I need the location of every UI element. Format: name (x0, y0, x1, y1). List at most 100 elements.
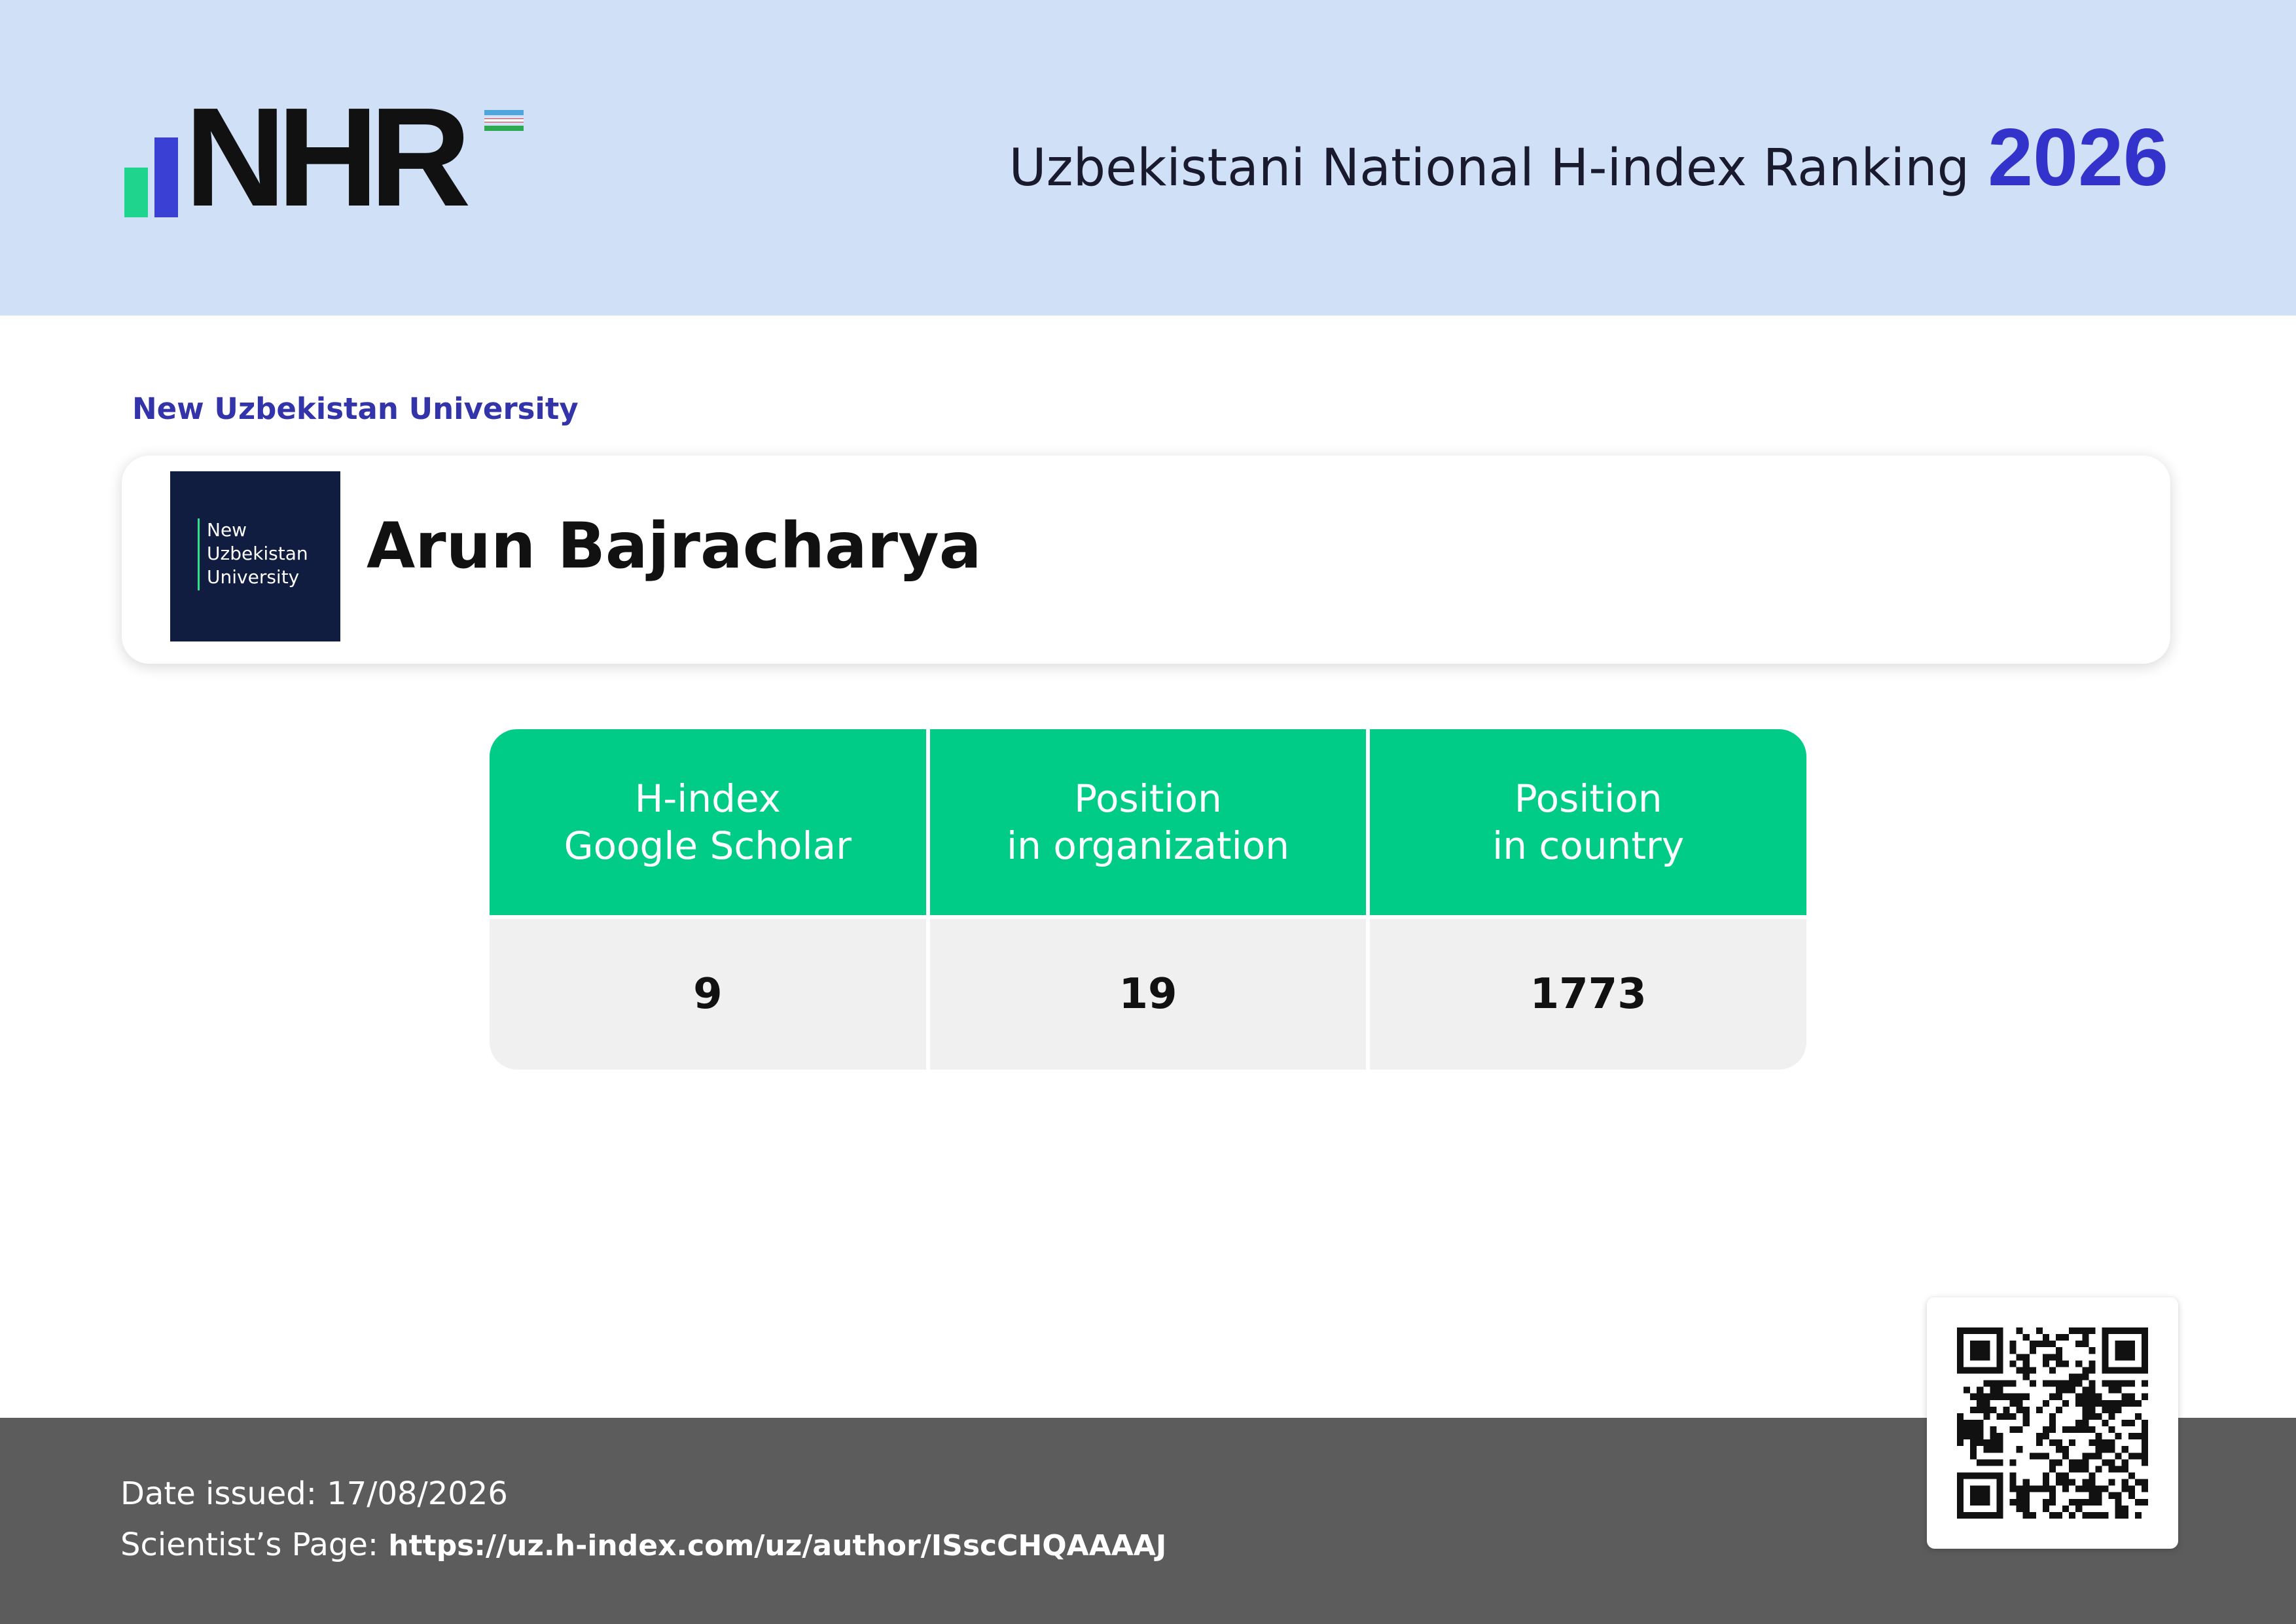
qr-module (2102, 1399, 2109, 1407)
qr-module (2016, 1498, 2023, 1506)
qr-module (2121, 1393, 2128, 1400)
qr-module (1970, 1341, 1977, 1348)
qr-module (1957, 1413, 1964, 1420)
qr-module (2029, 1511, 2036, 1519)
qr-module (1996, 1472, 2003, 1479)
qr-module (2022, 1492, 2030, 1499)
qr-module (2049, 1354, 2056, 1361)
qr-module (2022, 1360, 2030, 1367)
qr-module (2128, 1327, 2135, 1335)
qr-module (2049, 1413, 2056, 1420)
qr-module (2102, 1406, 2109, 1413)
qr-module (2128, 1492, 2135, 1499)
qr-module (1983, 1406, 1990, 1413)
qr-module (2141, 1479, 2148, 1486)
qr-module (2042, 1341, 2049, 1348)
qr-module (2141, 1426, 2148, 1434)
qr-module (2069, 1327, 2076, 1335)
organization-name: New Uzbekistan University (132, 391, 579, 426)
qr-module (2009, 1393, 2017, 1400)
qr-module (2049, 1511, 2056, 1519)
scientist-page: Scientist’s Page: https://uz.h-index.com… (120, 1526, 1167, 1563)
qr-module (2082, 1341, 2089, 1348)
qr-code-icon[interactable] (1927, 1297, 2178, 1549)
qr-module (2029, 1341, 2036, 1348)
qr-module (2108, 1466, 2115, 1473)
qr-module (1983, 1492, 1990, 1499)
qr-module (2003, 1406, 2010, 1413)
scientist-page-link[interactable]: https://uz.h-index.com/uz/author/ISscCHQ… (388, 1529, 1166, 1562)
qr-module (2075, 1459, 2083, 1466)
qr-module (2022, 1485, 2030, 1492)
qr-module (1964, 1419, 1971, 1427)
qr-module (2089, 1479, 2096, 1486)
qr-module (2036, 1453, 2043, 1460)
qr-module (1977, 1472, 1984, 1479)
qr-module (2082, 1479, 2089, 1486)
qr-module (1996, 1511, 2003, 1519)
qr-module (1970, 1453, 1977, 1460)
qr-module (1983, 1485, 1990, 1492)
qr-module (2049, 1393, 2056, 1400)
qr-module (2003, 1413, 2010, 1420)
nhr-logo: NHR (124, 86, 543, 227)
qr-module (2095, 1399, 2102, 1407)
qr-module (2102, 1334, 2109, 1341)
qr-module (2075, 1341, 2083, 1348)
qr-module (2082, 1373, 2089, 1380)
qr-module (2141, 1439, 2148, 1447)
qr-module (2141, 1327, 2148, 1335)
qr-module (2141, 1380, 2148, 1387)
qr-module (1996, 1439, 2003, 1447)
qr-module (1964, 1386, 1971, 1394)
qr-module (1983, 1498, 1990, 1506)
qr-module (2016, 1354, 2023, 1361)
qr-module (2069, 1439, 2076, 1447)
qr-module (2115, 1399, 2122, 1407)
qr-module (2082, 1426, 2089, 1434)
qr-module (1957, 1485, 1964, 1492)
qr-module (1996, 1505, 2003, 1512)
qr-module (1990, 1393, 1997, 1400)
organization-logo: New Uzbekistan University (170, 471, 340, 641)
qr-module (2128, 1354, 2135, 1361)
qr-module (1957, 1472, 1964, 1479)
qr-module (2095, 1511, 2102, 1519)
qr-module (2115, 1380, 2122, 1387)
qr-module (2082, 1406, 2089, 1413)
qr-module (2121, 1419, 2128, 1427)
qr-module (2036, 1341, 2043, 1348)
stat-position-organization: Position in organization 19 (929, 729, 1367, 1070)
qr-module (1970, 1354, 1977, 1361)
qr-module (2022, 1479, 2030, 1486)
qr-module (2141, 1459, 2148, 1466)
stat-header: H-index Google Scholar (490, 729, 926, 915)
qr-module (1957, 1354, 1964, 1361)
qr-module (1957, 1492, 1964, 1499)
qr-module (2009, 1399, 2017, 1407)
qr-module (2134, 1479, 2142, 1486)
qr-module (1957, 1426, 1964, 1434)
qr-module (2049, 1466, 2056, 1473)
qr-module (1996, 1386, 2003, 1394)
qr-module (2115, 1511, 2122, 1519)
qr-module (2003, 1380, 2010, 1387)
qr-module (2016, 1399, 2023, 1407)
qr-module (2108, 1399, 2115, 1407)
qr-module (2075, 1426, 2083, 1434)
qr-module (2062, 1485, 2070, 1492)
qr-module (2075, 1373, 2083, 1380)
qr-module (1983, 1367, 1990, 1374)
qr-module (2075, 1360, 2083, 1367)
qr-module (2082, 1511, 2089, 1519)
qr-module (2075, 1419, 2083, 1427)
qr-module (1977, 1485, 1984, 1492)
qr-module (2121, 1511, 2128, 1519)
qr-module (2082, 1327, 2089, 1335)
qr-module (2062, 1453, 2070, 1460)
qr-module (1970, 1393, 1977, 1400)
qr-module (2069, 1380, 2076, 1387)
qr-module (1977, 1347, 1984, 1354)
qr-module (1957, 1347, 1964, 1354)
qr-module (2128, 1367, 2135, 1374)
